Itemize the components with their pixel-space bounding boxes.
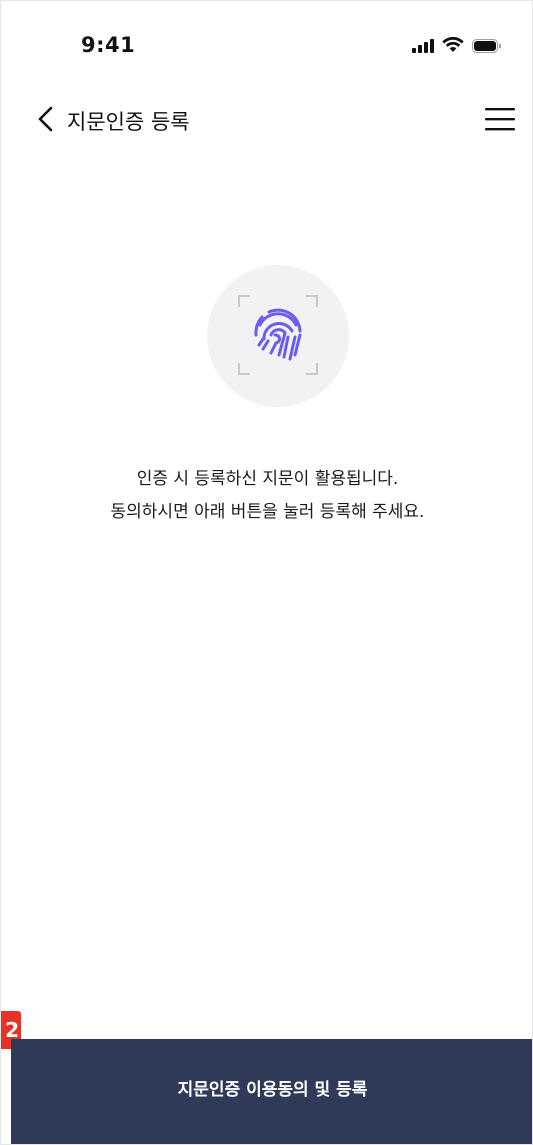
register-fingerprint-button[interactable]: 지문인증 이용동의 및 등록 (11, 1039, 532, 1144)
page-title: 지문인증 등록 (67, 110, 190, 134)
status-icons (412, 36, 502, 57)
message-line-2: 동의하시면 아래 버튼을 눌러 등록해 주세요. (110, 502, 425, 522)
battery-icon (472, 38, 502, 57)
status-bar: 9:41 (1, 1, 532, 91)
message-line-1: 인증 시 등록하신 지문이 활용됩니다. (136, 469, 399, 489)
fingerprint-icon (238, 295, 318, 375)
app-screen: 9:41 지문인증 등록 인증 시 등록하신 지문이 활용됩니다. 동의하시면 … (0, 0, 533, 1145)
instruction-message: 인증 시 등록하신 지문이 활용됩니다. 동의하시면 아래 버튼을 눌러 등록해… (1, 463, 532, 529)
fingerprint-badge (207, 265, 349, 407)
cellular-signal-icon (412, 38, 434, 57)
chevron-left-icon (38, 106, 53, 132)
menu-button[interactable] (484, 106, 516, 132)
back-button[interactable] (33, 104, 59, 134)
hamburger-menu-icon (485, 108, 515, 131)
app-header: 지문인증 등록 (1, 96, 532, 146)
status-time: 9:41 (81, 33, 136, 57)
wifi-icon (442, 36, 464, 57)
